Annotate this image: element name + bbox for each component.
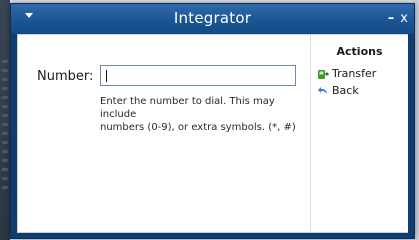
integrator-dialog: Integrator – x Number: Enter the number … [10, 3, 415, 239]
text-caret [106, 70, 107, 82]
background-app-gripper [2, 60, 8, 190]
main-pane: Number: Enter the number to dial. This m… [18, 35, 310, 232]
transfer-label: Transfer [332, 67, 377, 80]
actions-panel: Actions Transfer Back [310, 35, 408, 232]
number-label: Number: [37, 69, 94, 84]
back-action[interactable]: Back [317, 84, 359, 97]
actions-heading: Actions [336, 45, 383, 58]
back-arrow-icon [318, 86, 327, 94]
dialog-body: Number: Enter the number to dial. This m… [17, 34, 408, 233]
number-help-text: Enter the number to dial. This may inclu… [100, 96, 296, 133]
transfer-phone-icon [318, 69, 329, 79]
number-input[interactable] [100, 65, 296, 86]
title-bar[interactable]: Integrator – x [11, 4, 414, 34]
window-controls: – x [388, 12, 408, 25]
close-button[interactable]: x [400, 12, 408, 25]
minimize-button[interactable]: – [388, 12, 395, 25]
back-label: Back [332, 84, 359, 97]
window-title: Integrator [173, 9, 252, 27]
transfer-action[interactable]: Transfer [317, 67, 376, 80]
